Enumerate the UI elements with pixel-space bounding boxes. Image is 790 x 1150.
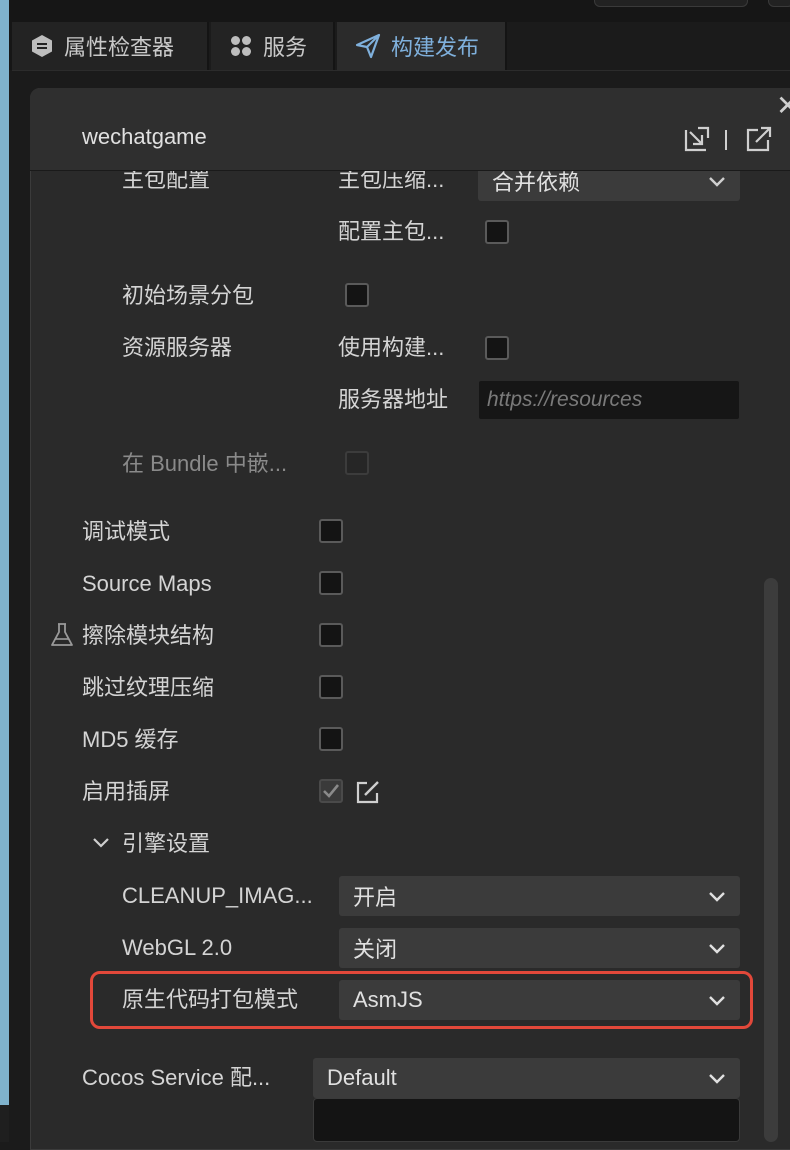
chevron-down-icon bbox=[709, 177, 725, 187]
webgl-label: WebGL 2.0 bbox=[122, 935, 233, 960]
header-separator bbox=[725, 130, 727, 150]
cocos-service-textarea[interactable] bbox=[313, 1098, 740, 1142]
close-icon[interactable]: ✕ bbox=[776, 92, 790, 120]
erase-module-label: 擦除模块结构 bbox=[82, 623, 215, 648]
tab-services[interactable]: 服务 bbox=[211, 22, 335, 70]
tab-build[interactable]: 构建发布 bbox=[337, 22, 507, 70]
select-value: 开启 bbox=[353, 885, 398, 910]
splash-checkbox[interactable] bbox=[319, 779, 343, 803]
top-toolbar-button[interactable] bbox=[594, 0, 748, 7]
initial-scene-label: 初始场景分包 bbox=[122, 283, 255, 308]
cleanup-label: CLEANUP_IMAG... bbox=[122, 883, 313, 908]
chevron-down-icon[interactable] bbox=[92, 836, 110, 850]
splash-label: 启用插屏 bbox=[82, 779, 171, 804]
chevron-down-icon bbox=[709, 944, 725, 954]
chevron-down-icon bbox=[709, 1074, 725, 1084]
cleanup-select[interactable]: 开启 bbox=[339, 876, 740, 916]
top-toolbar-button-2[interactable] bbox=[768, 0, 790, 7]
debug-checkbox[interactable] bbox=[319, 519, 343, 543]
erase-module-checkbox[interactable] bbox=[319, 623, 343, 647]
tab-label: 属性检查器 bbox=[64, 35, 175, 60]
left-panel-edge bbox=[0, 0, 9, 1142]
source-maps-label: Source Maps bbox=[82, 571, 212, 596]
server-address-input[interactable]: https://resources bbox=[478, 380, 740, 420]
server-address-label: 服务器地址 bbox=[338, 387, 449, 412]
engine-settings-label[interactable]: 引擎设置 bbox=[122, 829, 210, 859]
export-icon[interactable] bbox=[744, 124, 774, 154]
server-address-placeholder: https://resources bbox=[487, 388, 643, 411]
use-build-label: 使用构建... bbox=[338, 335, 445, 360]
scrollbar[interactable] bbox=[764, 578, 778, 1142]
bundle-embed-checkbox[interactable] bbox=[345, 451, 369, 475]
tab-label: 构建发布 bbox=[391, 35, 480, 60]
edit-icon[interactable] bbox=[355, 779, 381, 805]
skip-texture-label: 跳过纹理压缩 bbox=[82, 675, 215, 700]
send-icon bbox=[355, 33, 381, 59]
flask-icon bbox=[51, 623, 73, 646]
select-value: 合并依赖 bbox=[492, 171, 581, 195]
webgl-select[interactable]: 关闭 bbox=[339, 928, 740, 968]
cocos-service-label: Cocos Service 配... bbox=[82, 1065, 271, 1090]
bundle-embed-label: 在 Bundle 中嵌... bbox=[122, 451, 288, 476]
config-main-checkbox[interactable] bbox=[485, 220, 509, 244]
cut-off-row: 主包配置 主包压缩... 合并依赖 bbox=[30, 171, 764, 201]
main-compress-label: 主包压缩... bbox=[338, 171, 445, 192]
tab-label: 服务 bbox=[263, 35, 308, 60]
tab-inspector[interactable]: 属性检查器 bbox=[12, 22, 209, 70]
grid-icon bbox=[231, 36, 251, 56]
resource-server-label: 资源服务器 bbox=[122, 335, 233, 360]
md5-cache-label: MD5 缓存 bbox=[82, 727, 179, 752]
debug-label: 调试模式 bbox=[82, 519, 171, 544]
main-package-label: 主包配置 bbox=[122, 171, 211, 192]
initial-scene-checkbox[interactable] bbox=[345, 283, 369, 307]
config-main-label: 配置主包... bbox=[338, 219, 445, 244]
left-panel-edge-bottom bbox=[0, 1105, 9, 1142]
select-value: Default bbox=[327, 1065, 397, 1090]
chevron-down-icon bbox=[709, 892, 725, 902]
select-value: 关闭 bbox=[353, 937, 398, 962]
skip-texture-checkbox[interactable] bbox=[319, 675, 343, 699]
check-icon bbox=[323, 784, 340, 798]
panel-title: wechatgame bbox=[82, 124, 207, 149]
inspector-icon bbox=[32, 35, 52, 57]
main-compress-select[interactable]: 合并依赖 bbox=[478, 171, 740, 201]
import-icon[interactable] bbox=[682, 124, 712, 154]
highlight-annotation bbox=[90, 971, 753, 1029]
use-build-checkbox[interactable] bbox=[485, 336, 509, 360]
md5-cache-checkbox[interactable] bbox=[319, 727, 343, 751]
source-maps-checkbox[interactable] bbox=[319, 571, 343, 595]
cocos-service-select[interactable]: Default bbox=[313, 1058, 740, 1098]
